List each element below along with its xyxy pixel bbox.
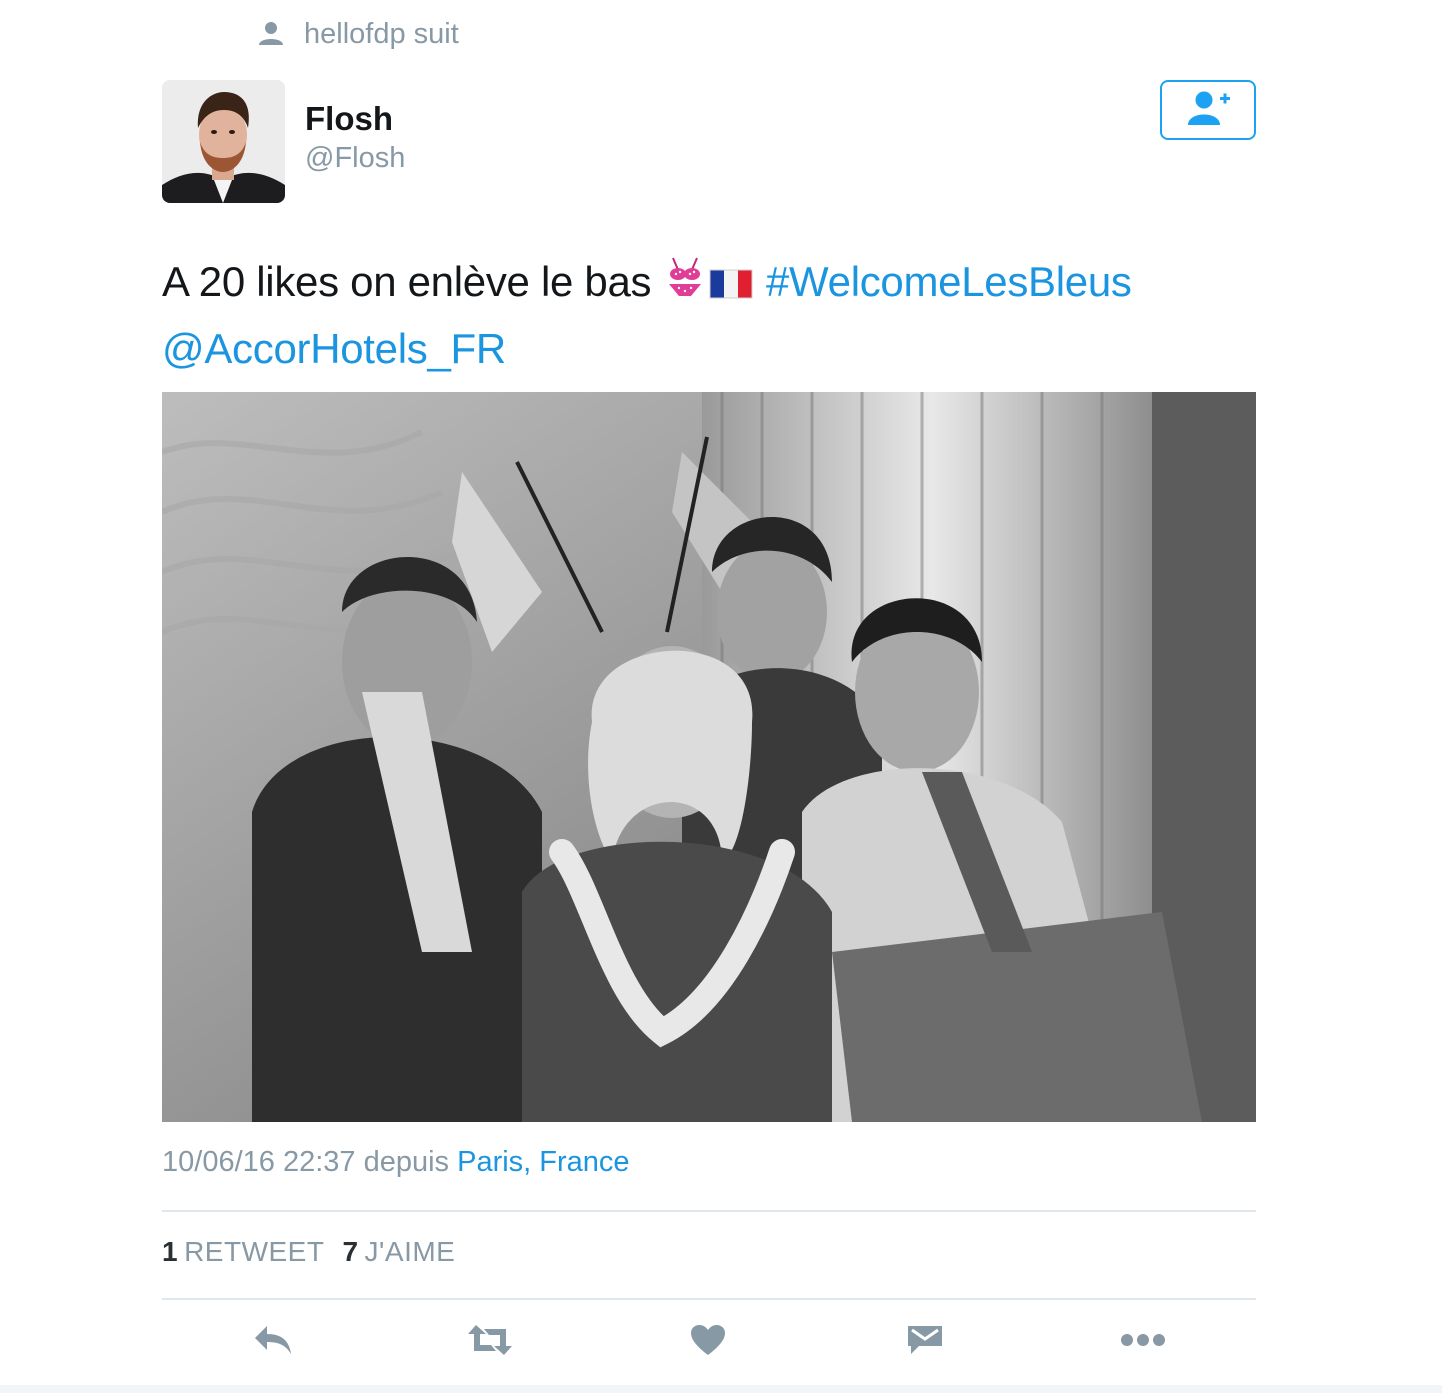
- like-stat[interactable]: 7 J'AIME: [342, 1236, 455, 1268]
- like-icon: [690, 1324, 726, 1361]
- tweet-text-main: A 20 likes on enlève le bas: [162, 258, 652, 305]
- retweet-icon: [466, 1323, 514, 1362]
- tweet-photo[interactable]: [162, 392, 1256, 1122]
- social-context-text: hellofdp suit: [304, 17, 459, 50]
- message-icon: [905, 1323, 945, 1362]
- via-label: depuis: [363, 1146, 450, 1178]
- retweet-stat[interactable]: 1 RETWEET: [162, 1236, 324, 1268]
- retweet-count: 1: [162, 1236, 179, 1267]
- tweet-stats: 1 RETWEET 7 J'AIME: [162, 1236, 455, 1268]
- retweet-stat-label: RETWEET: [184, 1236, 325, 1267]
- person-icon: [256, 19, 286, 49]
- timestamp[interactable]: 10/06/16 22:37: [162, 1146, 356, 1178]
- divider: [162, 1210, 1256, 1212]
- divider: [162, 1298, 1256, 1300]
- reply-icon: [253, 1324, 293, 1361]
- social-context[interactable]: hellofdp suit: [256, 14, 459, 54]
- avatar[interactable]: [162, 80, 285, 203]
- tweet-text: A 20 likes on enlève le bas #WelcomeLesB…: [162, 250, 1256, 380]
- timestamp-row: 10/06/16 22:37 depuis Paris, France: [162, 1146, 630, 1179]
- retweet-button[interactable]: [460, 1318, 520, 1366]
- follow-button[interactable]: [1160, 80, 1256, 140]
- bikini-icon: [665, 254, 705, 317]
- bottom-edge: [0, 1385, 1442, 1393]
- like-button[interactable]: [678, 1318, 738, 1366]
- more-button[interactable]: [1113, 1318, 1173, 1366]
- hashtag-link[interactable]: #WelcomeLesBleus: [766, 258, 1132, 305]
- like-count: 7: [342, 1236, 359, 1267]
- like-stat-label: J'AIME: [364, 1236, 456, 1267]
- add-user-icon: [1184, 89, 1232, 132]
- france-flag-icon: [709, 254, 753, 317]
- user-handle[interactable]: @Flosh: [305, 142, 405, 175]
- user-name[interactable]: Flosh: [305, 100, 393, 138]
- reply-button[interactable]: [243, 1318, 303, 1366]
- location-link[interactable]: Paris, France: [457, 1146, 629, 1178]
- mention-link[interactable]: @AccorHotels_FR: [162, 325, 506, 372]
- message-button[interactable]: [895, 1318, 955, 1366]
- more-icon: [1120, 1333, 1166, 1352]
